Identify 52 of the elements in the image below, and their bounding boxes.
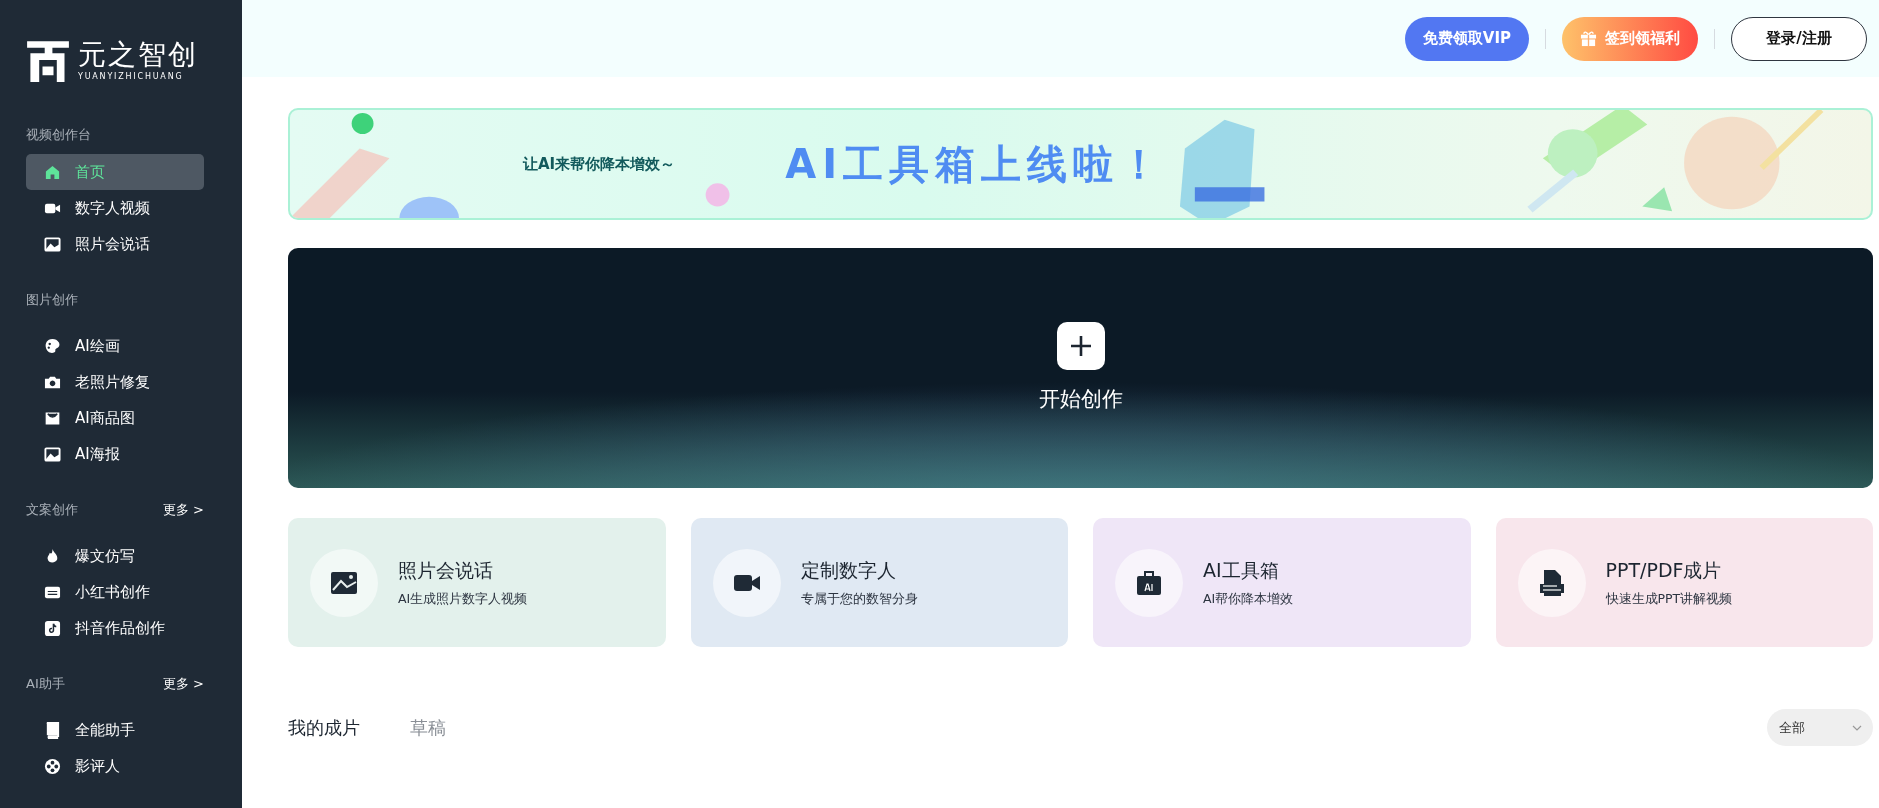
create-label: 开始创作 <box>1038 386 1123 413</box>
nav-item[interactable]: 首页 <box>26 154 204 190</box>
more-link[interactable]: 更多 > <box>162 674 204 694</box>
card-title: AI工具箱 <box>1203 557 1280 583</box>
card-title: 定制数字人 <box>800 557 897 583</box>
banner-tagline: 让AI来帮你降本增效～ <box>523 153 676 175</box>
nav-item[interactable]: 照片会说话 <box>26 226 204 262</box>
filter-dropdown[interactable]: 全部 <box>1767 709 1873 746</box>
nav-item[interactable]: 老照片修复 <box>26 364 204 400</box>
card-subtitle: 快速生成PPT讲解视频 <box>1605 590 1733 609</box>
plus-icon <box>1068 334 1093 358</box>
nav-item[interactable]: 抖音作品创作 <box>26 610 204 646</box>
book-icon <box>44 721 61 739</box>
logo-subtitle: YUANYIZHICHUANG <box>78 73 185 81</box>
promo-banner[interactable]: 让AI来帮你降本增效～ AI工具箱上线啦！ <box>288 108 1873 220</box>
feature-card[interactable]: AI工具箱 AI帮你降本增效 <box>1093 518 1471 647</box>
tab[interactable]: 我的成片 <box>288 714 360 741</box>
banner-headline: AI工具箱上线啦！ <box>785 140 1166 189</box>
nav-item[interactable]: 小红书创作 <box>26 574 204 610</box>
login-button[interactable]: 登录/注册 <box>1731 16 1867 61</box>
shopping-bag-icon <box>44 409 61 427</box>
film-reel-icon <box>44 757 61 775</box>
logo-icon <box>26 39 70 83</box>
nav-item[interactable]: AI绘画 <box>26 328 204 364</box>
nav-item[interactable]: AI商品图 <box>26 400 204 436</box>
image-icon <box>44 445 61 463</box>
more-link[interactable]: 更多 > <box>162 500 204 520</box>
nav-item[interactable]: AI海报 <box>26 436 204 472</box>
vip-button[interactable]: 免费领取VIP <box>1404 16 1529 61</box>
add-button[interactable] <box>1056 322 1105 370</box>
section-title: 图片创作 <box>26 291 78 310</box>
nav-item[interactable]: 全能助手 <box>26 712 204 748</box>
card-subtitle: AI帮你降本增效 <box>1203 590 1294 609</box>
card-subtitle: 专属于您的数智分身 <box>800 590 918 609</box>
section-title: 文案创作 <box>26 501 78 520</box>
card-title: PPT/PDF成片 <box>1605 557 1723 583</box>
section-title: AI助手 <box>26 675 65 694</box>
card-subtitle: AI生成照片数字人视频 <box>398 590 528 609</box>
nav-item[interactable]: 爆文仿写 <box>26 538 204 574</box>
palette-icon <box>44 337 61 355</box>
feature-card[interactable]: 照片会说话 AI生成照片数字人视频 <box>288 518 666 647</box>
feature-card[interactable]: 定制数字人 专属于您的数智分身 <box>690 518 1068 647</box>
home-icon <box>44 163 61 181</box>
music-note-icon <box>44 619 61 637</box>
card-title: 照片会说话 <box>398 557 494 583</box>
section-title: 视频创作台 <box>26 126 91 145</box>
nav-item[interactable]: 数字人视频 <box>26 190 204 226</box>
image-icon <box>44 235 61 253</box>
feature-card[interactable]: PPT/PDF成片 快速生成PPT讲解视频 <box>1495 518 1873 647</box>
gift-icon <box>1580 30 1597 47</box>
logo-text: 元之智创 <box>78 41 198 69</box>
nav-item[interactable]: 影评人 <box>26 748 204 784</box>
